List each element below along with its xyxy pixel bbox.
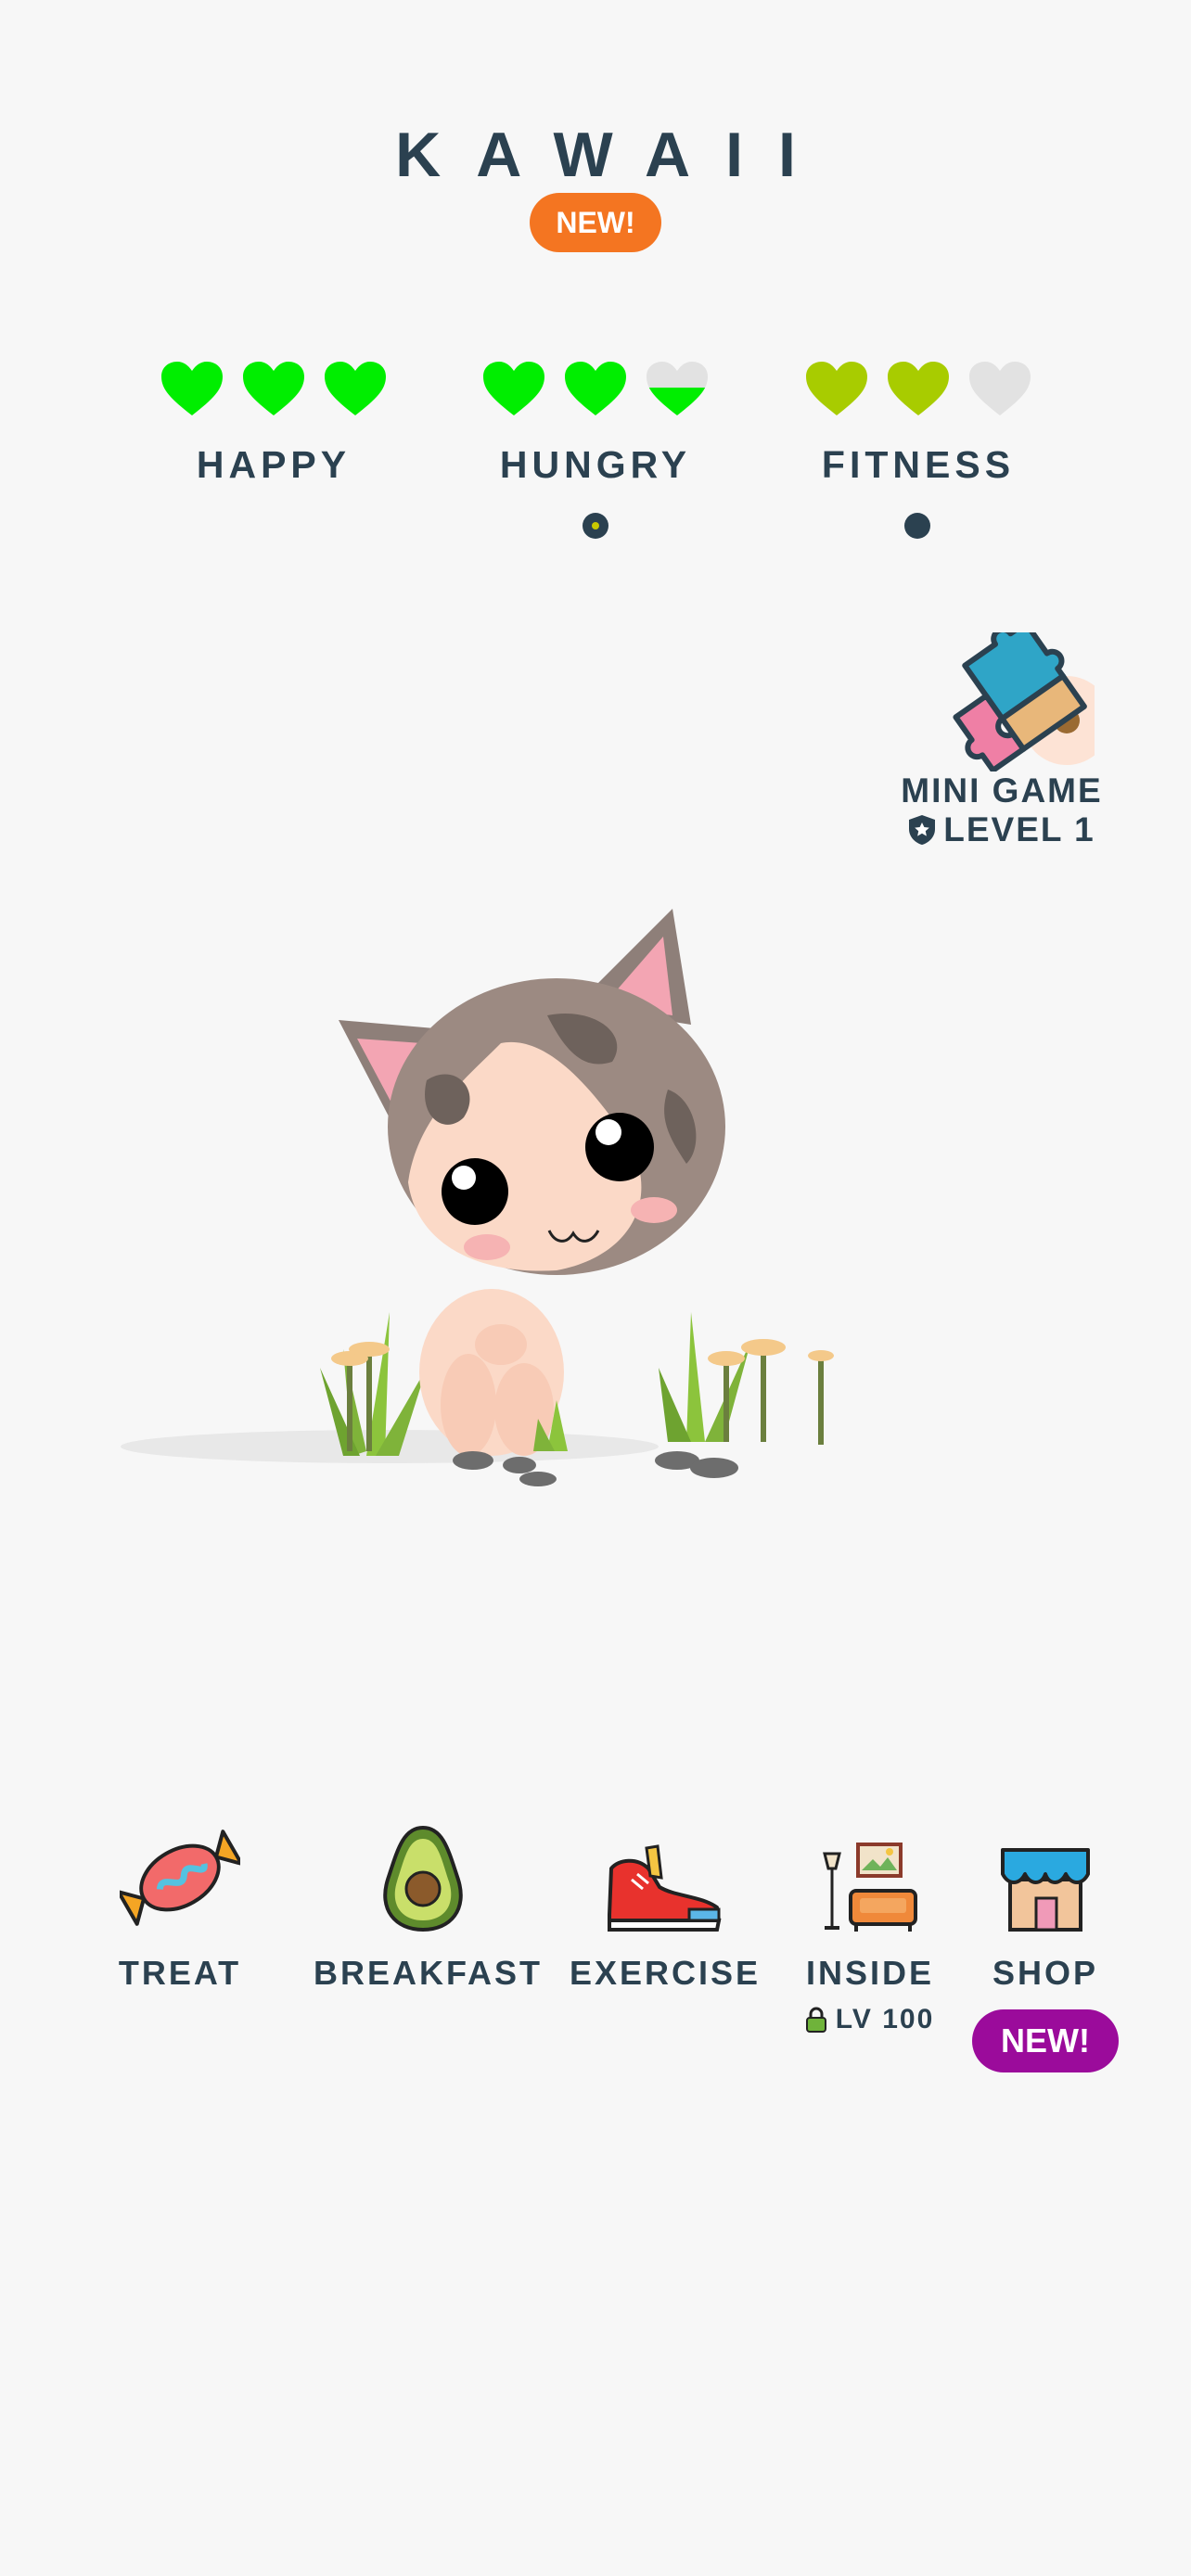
lock-level: LV 100	[835, 2004, 935, 2034]
exercise-label: EXERCISE	[570, 1954, 762, 1992]
shop-new-badge: NEW!	[972, 2009, 1119, 2072]
level-text: LEVEL 1	[943, 810, 1095, 848]
lock-icon	[805, 2007, 826, 2033]
half-heart-icon	[647, 362, 708, 415]
left-eye	[442, 1158, 508, 1225]
heart-icon	[483, 362, 544, 415]
hungry-indicator-dot	[583, 513, 608, 539]
stat-label: HAPPY	[196, 443, 352, 486]
right-eye	[585, 1113, 654, 1181]
candy-icon	[120, 1830, 240, 1926]
exercise-button[interactable]: EXERCISE	[570, 1813, 762, 1993]
shop-label: SHOP	[992, 1954, 1099, 1992]
game-title: KAWAII	[395, 120, 831, 190]
hearts-row	[779, 360, 1057, 425]
stat-label: FITNESS	[821, 443, 1016, 486]
breakfast-label: BREAKFAST	[314, 1954, 544, 1992]
stat-fitness: FITNESS	[779, 360, 1057, 487]
treat-button[interactable]: TREAT	[106, 1813, 254, 1993]
shield-star-icon	[909, 815, 936, 845]
kitten-pet[interactable]	[111, 904, 853, 1498]
empty-heart-icon	[969, 362, 1031, 415]
stat-label: HUNGRY	[499, 443, 692, 486]
flowers-right	[708, 1339, 834, 1445]
minigame-level: LEVEL 1	[890, 810, 1113, 849]
heart-icon	[243, 362, 304, 415]
inside-lock: LV 100	[796, 2004, 944, 2035]
heart-icon	[888, 362, 949, 415]
stat-hungry: HUNGRY	[456, 360, 735, 487]
heart-icon	[565, 362, 626, 415]
stat-happy: HAPPY	[134, 360, 413, 487]
minigame-label: MINI GAME	[901, 772, 1103, 810]
shop-icon	[1001, 1848, 1090, 1932]
puzzle-icon	[953, 632, 1095, 772]
sneaker-icon	[608, 1844, 722, 1932]
heart-icon	[325, 362, 386, 415]
heart-icon	[806, 362, 867, 415]
breakfast-button[interactable]: BREAKFAST	[314, 1813, 544, 1993]
hearts-row	[134, 360, 413, 425]
hearts-row	[456, 360, 735, 425]
minigame-button[interactable]: MINI GAME LEVEL 1	[890, 632, 1113, 849]
new-badge: NEW!	[530, 193, 661, 252]
treat-label: TREAT	[118, 1954, 242, 1992]
fitness-indicator-dot	[904, 513, 930, 539]
shop-button[interactable]: SHOP	[972, 1813, 1119, 1993]
avocado-icon	[382, 1825, 463, 1932]
heart-icon	[161, 362, 223, 415]
living-room-icon	[823, 1843, 917, 1932]
inside-label: INSIDE	[805, 1954, 935, 1992]
inside-button[interactable]: INSIDE LV 100	[796, 1813, 944, 2035]
pet-scene[interactable]	[111, 904, 853, 1498]
grass-right	[533, 1312, 751, 1451]
